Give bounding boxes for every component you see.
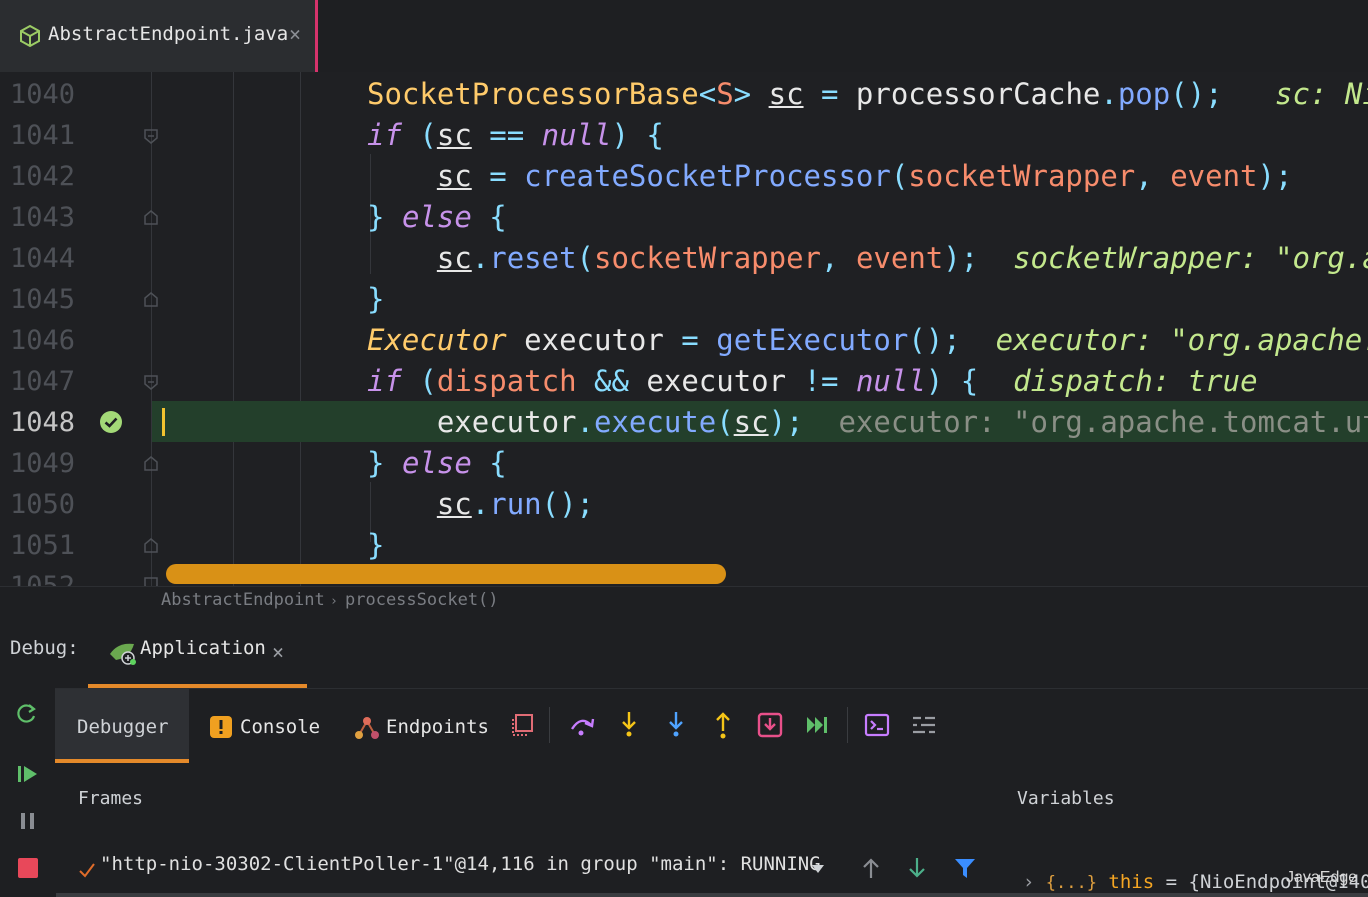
code-line-1047: if (dispatch && executor != null) { disp… xyxy=(367,364,1258,398)
trace-settings-icon[interactable] xyxy=(911,714,937,736)
fold-marker-icon[interactable] xyxy=(143,210,159,226)
step-out-icon[interactable] xyxy=(711,709,735,739)
line-number: 1041 xyxy=(10,120,76,151)
step-into-icon[interactable] xyxy=(617,709,641,739)
arrow-down-icon[interactable] xyxy=(906,856,928,880)
rerun-icon[interactable] xyxy=(15,701,39,725)
frames-header: Frames xyxy=(78,788,144,809)
console-warning-icon xyxy=(210,716,232,738)
variable-equals: = xyxy=(1154,871,1189,893)
line-number-current: 1048 xyxy=(10,407,76,438)
line-number: 1050 xyxy=(10,489,76,520)
close-session-icon[interactable]: × xyxy=(272,640,284,664)
line-number: 1051 xyxy=(10,530,76,561)
debug-label: Debug: xyxy=(10,637,79,659)
code-editor[interactable]: 1040 1041 1042 1043 1044 1045 1046 1047 … xyxy=(0,72,1368,592)
line-number: 1045 xyxy=(10,284,76,315)
line-number: 1044 xyxy=(10,243,76,274)
filter-icon[interactable] xyxy=(953,856,977,880)
pause-program-icon[interactable] xyxy=(18,811,38,831)
fold-marker-icon[interactable] xyxy=(143,456,159,472)
line-number: 1052 xyxy=(10,566,100,586)
line-number: 1040 xyxy=(10,79,76,110)
tab-endpoints-label: Endpoints xyxy=(386,716,489,738)
fold-marker-icon[interactable] xyxy=(143,538,159,554)
debugger-toolbar: Debugger Console Endpoints xyxy=(55,688,1368,763)
step-over-icon[interactable] xyxy=(567,711,597,739)
drop-frame-icon[interactable] xyxy=(757,712,783,738)
spring-boot-run-icon xyxy=(110,643,136,665)
breakpoint-verified-icon[interactable] xyxy=(99,410,123,434)
force-step-into-icon[interactable] xyxy=(664,709,688,739)
code-line-1045: } xyxy=(367,282,385,316)
run-to-cursor-icon[interactable] xyxy=(804,713,830,737)
evaluate-expression-icon[interactable] xyxy=(864,713,890,737)
object-icon: {...} xyxy=(1045,873,1097,893)
endpoints-icon xyxy=(355,717,379,739)
stop-icon[interactable] xyxy=(17,857,39,879)
debug-session-label: Application xyxy=(140,637,266,659)
fold-marker-icon[interactable] xyxy=(143,292,159,308)
line-number: 1042 xyxy=(10,161,76,192)
code-line-1048: executor.execute(sc); executor: "org.apa… xyxy=(367,405,1368,439)
chevron-down-icon[interactable] xyxy=(810,863,826,875)
toolbar-separator xyxy=(549,707,550,743)
gutter-guide xyxy=(151,72,152,586)
code-line-1049: } else { xyxy=(367,446,507,480)
thread-check-icon xyxy=(79,863,95,878)
code-line-1050: sc.run(); xyxy=(436,487,595,521)
show-execution-point-icon[interactable] xyxy=(511,713,535,737)
chevron-right-icon[interactable]: › xyxy=(1023,871,1046,893)
tab-debugger[interactable]: Debugger xyxy=(55,689,189,763)
fold-marker-icon[interactable] xyxy=(143,374,159,390)
editor-tab-label: AbstractEndpoint.java xyxy=(48,23,289,45)
breadcrumb-class[interactable]: AbstractEndpoint xyxy=(161,590,325,610)
java-class-icon xyxy=(20,24,40,48)
line-number: 1043 xyxy=(10,202,76,233)
code-line-1040: SocketProcessorBase<S> sc = processorCac… xyxy=(367,77,1368,111)
code-line-1044: sc.reset(socketWrapper, event); socketWr… xyxy=(436,241,1368,275)
arrow-up-icon[interactable] xyxy=(860,856,882,880)
tab-debugger-label: Debugger xyxy=(77,716,169,738)
breadcrumb-method[interactable]: processSocket() xyxy=(345,590,499,610)
close-tab-icon[interactable]: × xyxy=(289,22,301,46)
active-tab-underline xyxy=(55,759,189,763)
line-number: 1049 xyxy=(10,448,76,479)
debug-session-tab-application[interactable]: Application × xyxy=(88,616,307,688)
code-line-1041: if (sc == null) { xyxy=(367,118,664,152)
code-line-1042: sc = createSocketProcessor(socketWrapper… xyxy=(436,159,1293,193)
tab-endpoints[interactable]: Endpoints xyxy=(351,689,491,763)
toolbar-separator xyxy=(847,707,848,743)
thread-label: "http-nio-30302-ClientPoller-1"@14,116 i… xyxy=(100,853,821,875)
code-line-1043: } else { xyxy=(367,200,507,234)
horizontal-scrollbar[interactable] xyxy=(166,564,726,584)
panel-bottom-edge xyxy=(56,893,1368,897)
fold-marker-icon[interactable] xyxy=(143,128,159,144)
indent-guide xyxy=(300,72,301,586)
line-number: 1046 xyxy=(10,325,76,356)
tab-console-label: Console xyxy=(240,716,321,738)
indent-guide xyxy=(233,72,234,586)
variable-name: this xyxy=(1108,871,1155,893)
resume-program-icon[interactable] xyxy=(16,763,40,785)
code-line-1046: Executor executor = getExecutor(); execu… xyxy=(367,323,1368,357)
breadcrumb: AbstractEndpoint › processSocket() xyxy=(0,586,1368,617)
breadcrumb-separator: › xyxy=(330,594,338,609)
line-number: 1047 xyxy=(10,366,76,397)
text-caret xyxy=(162,408,165,436)
watermark: JavaEdge xyxy=(1286,869,1358,886)
code-line-1051: } xyxy=(367,528,385,562)
variables-header: Variables xyxy=(1017,788,1115,809)
tab-console[interactable]: Console xyxy=(205,689,345,763)
editor-tab-abstractendpoint[interactable]: AbstractEndpoint.java × xyxy=(0,0,318,72)
